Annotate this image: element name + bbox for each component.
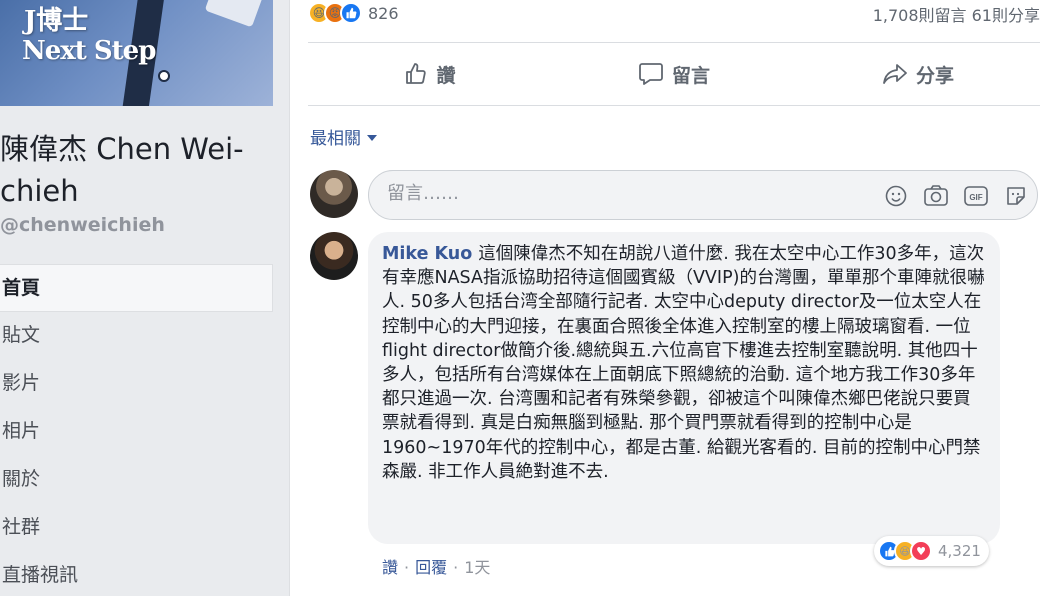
comment-sort-dropdown[interactable]: 最相關 <box>310 124 377 149</box>
post-action-bar: 讚 留言 分享 <box>308 42 1040 106</box>
comment-input[interactable] <box>387 183 687 204</box>
page-sidebar: J博士 Next Step 陳偉杰 Chen Wei-chieh @chenwe… <box>0 0 290 596</box>
composer-tools: GIF <box>883 183 1029 209</box>
separator: · <box>404 558 410 577</box>
comment-reply-link[interactable]: 回覆 <box>415 558 447 577</box>
nav-item-photos[interactable]: 相片 <box>0 408 273 456</box>
comment-icon <box>639 63 663 85</box>
post-stats: 😆 😡 826 1,708則留言 61則分享 <box>308 0 1040 28</box>
comment-timestamp[interactable]: 1天 <box>464 558 490 577</box>
reaction-count[interactable]: 826 <box>368 4 399 23</box>
nav-item-community[interactable]: 社群 <box>0 504 273 552</box>
comment-sort-label: 最相關 <box>310 129 361 149</box>
page-profile-picture[interactable]: J博士 Next Step <box>0 0 273 106</box>
page-title[interactable]: 陳偉杰 Chen Wei-chieh <box>0 128 280 212</box>
nav-item-home[interactable]: 首頁 <box>0 264 273 312</box>
nav-item-live-video[interactable]: 直播視訊 <box>0 552 273 596</box>
cover-decoration <box>204 0 266 28</box>
nav-item-videos[interactable]: 影片 <box>0 360 273 408</box>
heart-icon: ♥ <box>910 540 932 562</box>
share-button[interactable]: 分享 <box>796 43 1040 105</box>
comment-input-box[interactable]: GIF <box>368 170 1038 220</box>
comment-button-label: 留言 <box>671 64 710 87</box>
comment-like-link[interactable]: 讚 <box>382 558 398 577</box>
comment-reactions[interactable]: 😆 ♥ 4,321 <box>874 536 989 566</box>
gif-icon[interactable]: GIF <box>963 183 989 209</box>
thumbs-up-icon <box>406 63 427 84</box>
page-username[interactable]: @chenweichieh <box>0 214 165 236</box>
sticker-icon[interactable] <box>1003 183 1029 209</box>
caret-down-icon <box>367 135 377 141</box>
avatar[interactable] <box>310 232 358 280</box>
camera-icon[interactable] <box>923 183 949 209</box>
post-reactions[interactable]: 😆 😡 826 <box>308 2 399 24</box>
comment-button[interactable]: 留言 <box>552 43 796 105</box>
separator: · <box>453 558 459 577</box>
comment-actions: 讚 · 回覆 · 1天 <box>382 554 490 578</box>
comment-share-counts[interactable]: 1,708則留言 61則分享 <box>873 2 1040 26</box>
share-button-label: 分享 <box>915 64 954 87</box>
nav-item-about[interactable]: 關於 <box>0 456 273 504</box>
emoji-icon[interactable] <box>883 183 909 209</box>
like-button-label: 讚 <box>436 64 456 87</box>
share-arrow-icon <box>883 64 907 84</box>
svg-text:GIF: GIF <box>969 193 982 202</box>
like-icon <box>340 2 362 24</box>
comment-author-link[interactable]: Mike Kuo <box>382 244 472 264</box>
comment-composer: GIF <box>310 170 1038 222</box>
page-nav: 首頁 貼文 影片 相片 關於 社群 直播視訊 <box>0 264 273 596</box>
comment-reaction-count: 4,321 <box>938 542 981 560</box>
post-card: 😆 😡 826 1,708則留言 61則分享 讚 留言 分享 最相關 留言…… … <box>290 0 1060 596</box>
comment-text: 這個陳偉杰不知在胡說八道什麼. 我在太空中心工作30多年，這次有幸應NASA指派… <box>382 244 985 482</box>
like-button[interactable]: 讚 <box>308 43 552 105</box>
avatar[interactable] <box>310 170 358 218</box>
comment-bubble: Mike Kuo 這個陳偉杰不知在胡說八道什麼. 我在太空中心工作30多年，這次有… <box>368 232 1000 544</box>
cover-title: J博士 <box>24 6 89 36</box>
nav-item-posts[interactable]: 貼文 <box>0 312 273 360</box>
cover-logo-icon <box>158 70 170 82</box>
cover-subtitle: Next Step <box>22 36 156 66</box>
